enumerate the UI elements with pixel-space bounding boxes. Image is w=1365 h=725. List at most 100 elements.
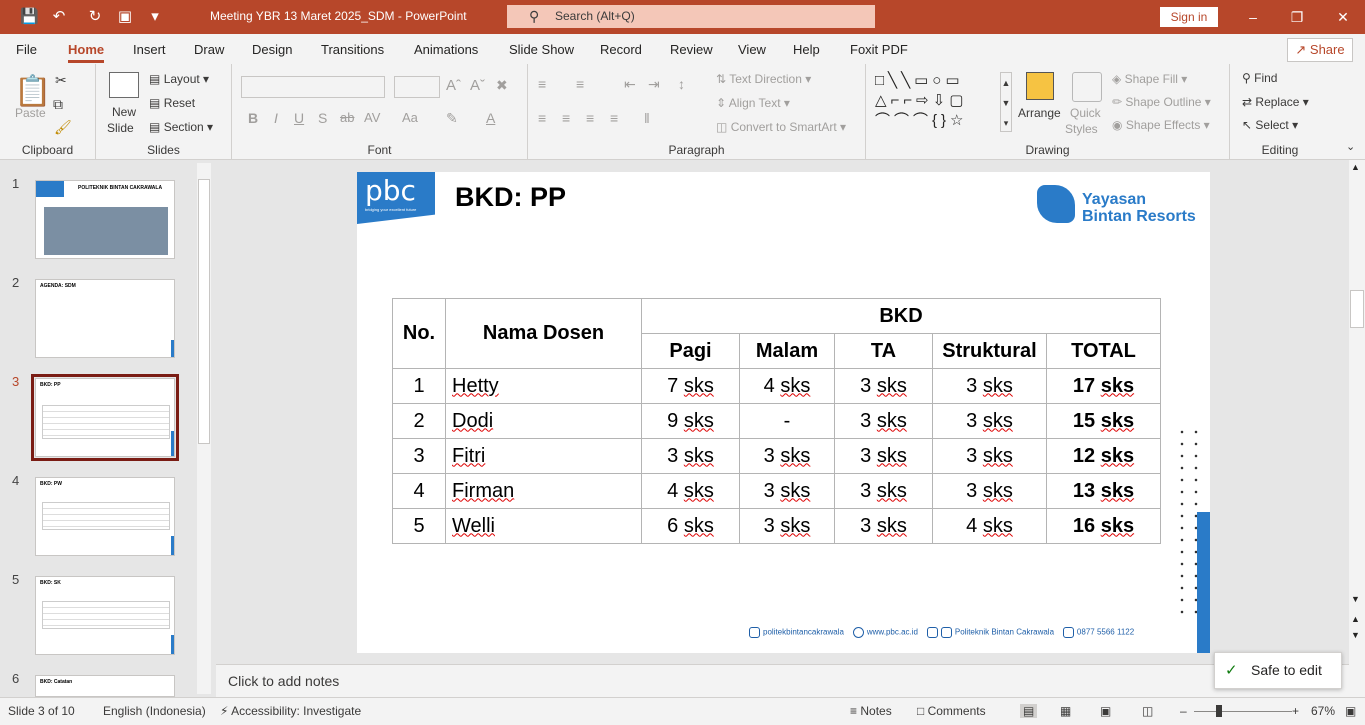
strikethrough-icon[interactable]: ab xyxy=(340,110,354,125)
align-left-icon[interactable]: ≡ xyxy=(538,110,546,126)
scrollbar-thumb[interactable] xyxy=(198,179,210,444)
scroll-up-icon[interactable]: ▲ xyxy=(1351,162,1360,172)
shapes-gallery[interactable]: □╲╲▭○▭ △⌐⌐⇨⇩▢ ⌒⌒⌒{}☆ xyxy=(875,71,1007,131)
layout-button[interactable]: ▤ Layout ▾ xyxy=(149,72,209,86)
shape-fill-button[interactable]: ◈ Shape Fill ▾ xyxy=(1112,72,1187,86)
zoom-out-icon[interactable]: – xyxy=(1180,704,1187,718)
close-icon[interactable]: ✕ xyxy=(1333,7,1353,27)
align-text-button[interactable]: ⇕ Align Text ▾ xyxy=(716,96,790,110)
increase-indent-icon[interactable]: ⇥ xyxy=(648,76,660,93)
change-case-icon[interactable]: Aa xyxy=(402,110,418,125)
thumbnails-scrollbar[interactable] xyxy=(197,163,211,694)
redo-icon[interactable]: ↻ xyxy=(86,8,104,26)
customize-qat-icon[interactable]: ▾ xyxy=(146,8,164,26)
underline-icon[interactable]: U xyxy=(294,110,304,126)
tab-help[interactable]: Help xyxy=(793,42,820,57)
shape-outline-button[interactable]: ✏ Shape Outline ▾ xyxy=(1112,95,1211,109)
safe-to-edit-toast[interactable]: ✓ Safe to edit xyxy=(1214,652,1342,689)
slide-thumbnail-1[interactable]: POLITEKNIK BINTAN CAKRAWALA xyxy=(35,180,175,259)
notes-placeholder[interactable]: Click to add notes xyxy=(228,673,339,689)
align-right-icon[interactable]: ≡ xyxy=(586,110,594,126)
language-indicator[interactable]: English (Indonesia) xyxy=(103,704,206,718)
tab-design[interactable]: Design xyxy=(252,42,292,57)
previous-slide-icon[interactable]: ▲ xyxy=(1351,614,1360,624)
zoom-level[interactable]: 67% xyxy=(1311,704,1335,718)
next-slide-icon[interactable]: ▼ xyxy=(1351,630,1360,640)
zoom-in-icon[interactable]: + xyxy=(1292,704,1299,718)
quick-styles-label-2[interactable]: Styles xyxy=(1065,122,1098,136)
shrink-font-icon[interactable]: Aˇ xyxy=(470,77,485,94)
tab-animations[interactable]: Animations xyxy=(414,42,478,57)
decrease-indent-icon[interactable]: ⇤ xyxy=(624,76,636,93)
shadow-icon[interactable]: S xyxy=(318,110,327,126)
comments-button[interactable]: □ Comments xyxy=(917,704,986,718)
tab-draw[interactable]: Draw xyxy=(194,42,224,57)
bkd-table[interactable]: No. Nama Dosen BKD Pagi Malam TA Struktu… xyxy=(392,298,1161,544)
accessibility-button[interactable]: ⚡ Accessibility: Investigate xyxy=(220,704,361,718)
present-icon[interactable]: ▣ xyxy=(116,8,134,26)
tab-record[interactable]: Record xyxy=(600,42,642,57)
slide-thumbnail-5[interactable]: BKD: SK xyxy=(35,576,175,655)
grow-font-icon[interactable]: Aˆ xyxy=(446,77,461,94)
replace-button[interactable]: ⇄ Replace ▾ xyxy=(1242,95,1309,109)
highlight-icon[interactable]: ✎ xyxy=(446,110,458,127)
slide-scrollbar[interactable]: ▲ ▼ ▲ ▼ xyxy=(1349,160,1365,697)
new-slide-icon[interactable] xyxy=(109,72,139,98)
tab-home[interactable]: Home xyxy=(68,42,105,63)
find-button[interactable]: ⚲ Find xyxy=(1242,71,1277,85)
quick-styles-icon[interactable] xyxy=(1072,72,1102,102)
notes-button[interactable]: ≡ Notes xyxy=(850,704,892,718)
share-button[interactable]: ↗ Share xyxy=(1287,38,1353,62)
tab-insert[interactable]: Insert xyxy=(133,42,166,57)
select-button[interactable]: ↖ Select ▾ xyxy=(1242,118,1298,132)
text-direction-button[interactable]: ⇅ Text Direction ▾ xyxy=(716,72,811,86)
new-slide-label-1[interactable]: New xyxy=(112,105,136,119)
reset-button[interactable]: ▤ Reset xyxy=(149,96,195,110)
justify-icon[interactable]: ≡ xyxy=(610,110,618,126)
copy-icon[interactable]: ⧉ xyxy=(53,96,63,113)
shape-effects-button[interactable]: ◉ Shape Effects ▾ xyxy=(1112,118,1210,132)
slide-thumbnail-6[interactable]: BKD: Catatan xyxy=(35,675,175,697)
char-spacing-icon[interactable]: AV xyxy=(364,110,380,125)
collapse-ribbon-icon[interactable]: ⌄ xyxy=(1346,140,1355,153)
slide[interactable]: pbc bridging your excellent future BKD: … xyxy=(357,172,1210,653)
slide-thumbnail-3[interactable]: BKD: PP xyxy=(31,374,179,461)
tab-transitions[interactable]: Transitions xyxy=(321,42,384,57)
fit-to-window-icon[interactable]: ▣ xyxy=(1345,704,1356,718)
notes-pane[interactable]: Click to add notes xyxy=(216,664,1349,697)
font-color-icon[interactable]: A xyxy=(486,110,495,126)
normal-view-icon[interactable]: ▤ xyxy=(1020,704,1038,718)
slide-title[interactable]: BKD: PP xyxy=(455,182,566,213)
align-center-icon[interactable]: ≡ xyxy=(562,110,570,126)
reading-view-icon[interactable]: ▣ xyxy=(1100,704,1111,718)
undo-icon[interactable]: ↶ xyxy=(50,8,68,26)
tab-slide-show[interactable]: Slide Show xyxy=(509,42,574,57)
arrange-icon[interactable] xyxy=(1026,72,1054,100)
tab-view[interactable]: View xyxy=(738,42,766,57)
paste-button[interactable]: Paste xyxy=(15,106,46,120)
tab-review[interactable]: Review xyxy=(670,42,713,57)
slideshow-view-icon[interactable]: ◫ xyxy=(1142,704,1153,718)
italic-icon[interactable]: I xyxy=(274,110,278,126)
convert-smartart-button[interactable]: ◫ Convert to SmartArt ▾ xyxy=(716,120,846,134)
tab-foxit-pdf[interactable]: Foxit PDF xyxy=(850,42,908,57)
tab-file[interactable]: File xyxy=(16,42,37,57)
restore-icon[interactable]: ❐ xyxy=(1287,7,1307,27)
format-painter-icon[interactable]: 🖌 xyxy=(54,119,72,136)
clear-format-icon[interactable]: ✖ xyxy=(496,77,508,94)
columns-icon[interactable]: ‖ xyxy=(644,110,650,126)
numbering-icon[interactable]: ≡ xyxy=(576,76,584,92)
shapes-scroll-icon[interactable]: ▲ ▼ ▾ xyxy=(1000,72,1012,132)
bullets-icon[interactable]: ≡ xyxy=(538,76,546,92)
slide-sorter-icon[interactable]: ▦ xyxy=(1060,704,1071,718)
paste-icon[interactable]: 📋 xyxy=(14,74,51,109)
new-slide-label-2[interactable]: Slide xyxy=(107,121,134,135)
save-icon[interactable]: 💾 xyxy=(20,8,39,26)
bold-icon[interactable]: B xyxy=(248,110,258,126)
font-name-combo[interactable] xyxy=(241,76,385,98)
sign-in-button[interactable]: Sign in xyxy=(1160,7,1218,27)
quick-styles-label-1[interactable]: Quick xyxy=(1070,106,1101,120)
scroll-down-icon[interactable]: ▼ xyxy=(1351,594,1360,604)
font-size-combo[interactable] xyxy=(394,76,440,98)
scrollbar-thumb[interactable] xyxy=(1350,290,1364,328)
